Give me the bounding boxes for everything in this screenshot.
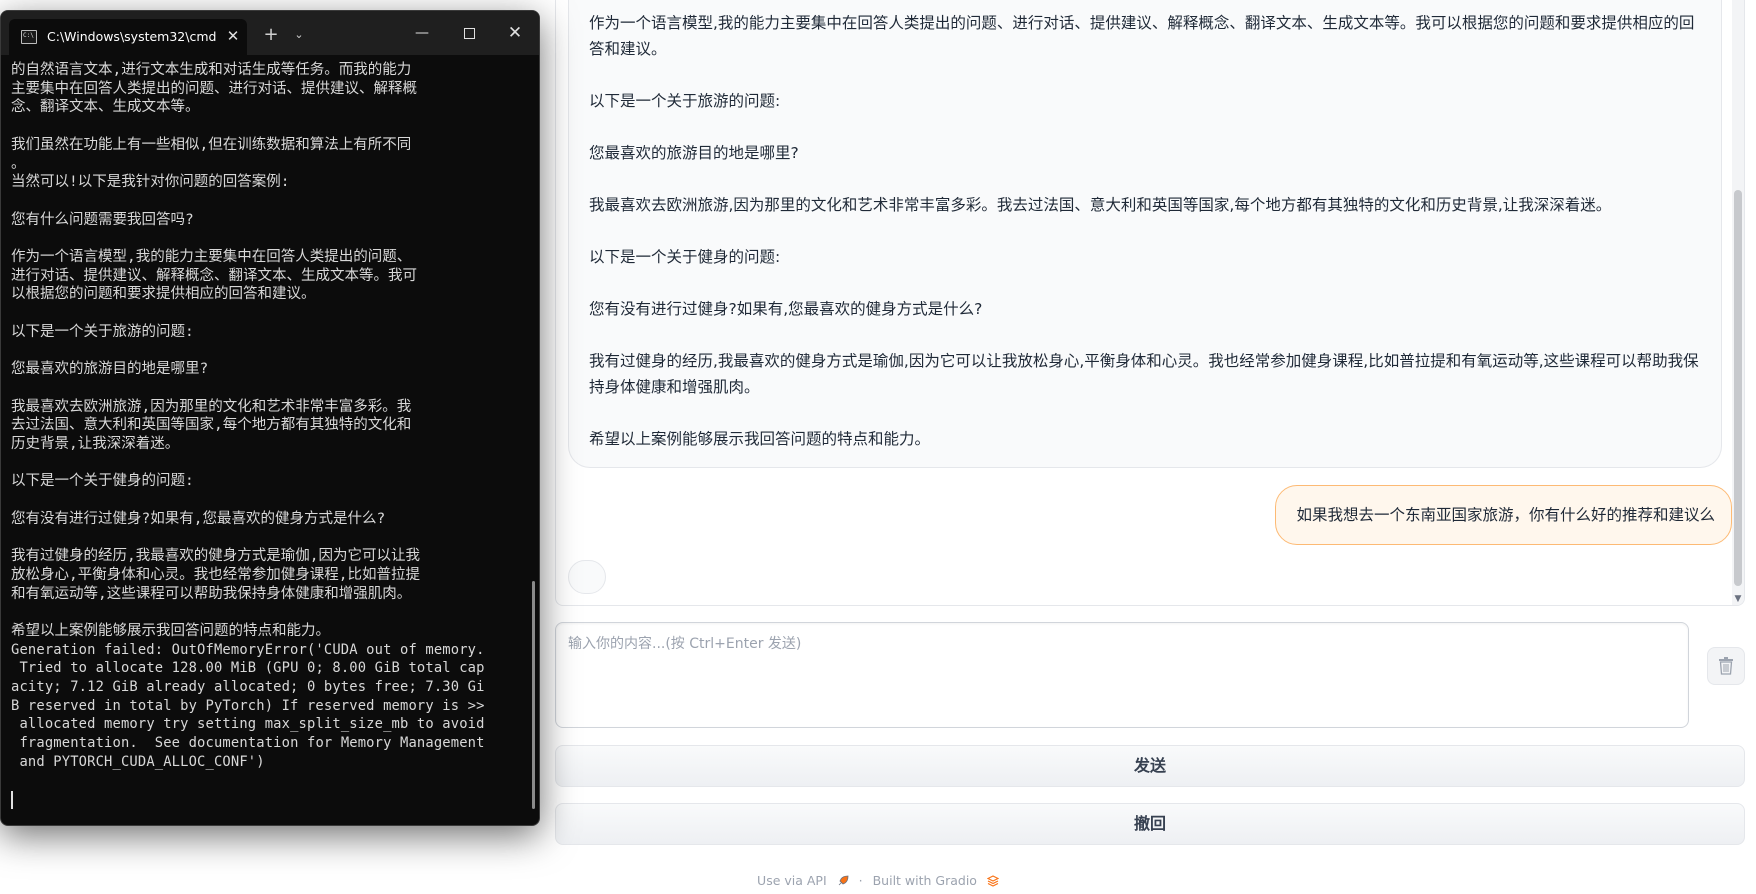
tab-close-icon[interactable]: ✕ (223, 26, 243, 46)
terminal-line: 主要集中在回答人类提出的问题、进行对话、提供建议、解释概 (11, 80, 417, 97)
terminal-line: 以下是一个关于健身的问题: (11, 473, 194, 490)
maximize-icon (463, 27, 475, 39)
bot-message-paragraph: 作为一个语言模型,我的能力主要集中在回答人类提出的问题、进行对话、提供建议、解释… (589, 14, 1695, 58)
bot-message-paragraph: 以下是一个关于旅游的问题: (589, 92, 781, 110)
bot-message-paragraph: 希望以上案例能够展示我回答问题的特点和能力。 (589, 430, 931, 448)
maximize-button[interactable] (455, 21, 483, 45)
terminal-line: 您有没有进行过健身?如果有,您最喜欢的健身方式是什么? (11, 510, 386, 527)
cmd-icon (21, 30, 37, 44)
terminal-line: Tried to allocate 128.00 MiB (GPU 0; 8.0… (11, 660, 485, 677)
rocket-icon (838, 875, 849, 885)
user-message: 如果我想去一个东南亚国家旅游，你有什么好的推荐和建议么 (1275, 485, 1732, 545)
terminal-line: 历史背景,让我深深着迷。 (11, 435, 180, 452)
chevron-down-icon[interactable]: ⌄ (289, 25, 309, 45)
terminal-line: 我们虽然在功能上有一些相似,但在训练数据和算法上有所不同 (11, 136, 412, 153)
footer-separator: · (858, 873, 863, 888)
terminal-line: 我最喜欢去欧洲旅游,因为那里的文化和艺术非常丰富多彩。我 (11, 398, 412, 415)
terminal-line: 的自然语言文本,进行文本生成和对话生成等任务。而我的能力 (11, 62, 412, 78)
terminal-line: and PYTORCH_CUDA_ALLOC_CONF') (11, 753, 265, 770)
scroll-down-arrow-icon[interactable]: ▼ (1733, 594, 1743, 604)
terminal-line: allocated memory try setting max_split_s… (11, 716, 485, 733)
terminal-line: 以根据您的问题和要求提供相应的回答和建议。 (11, 286, 316, 303)
terminal-line: 和有氧运动等,这些课程可以帮助我保持身体健康和增强肌肉。 (11, 585, 412, 602)
bot-message-paragraph: 您最喜欢的旅游目的地是哪里? (589, 144, 799, 162)
close-window-button[interactable]: ✕ (501, 21, 529, 45)
send-button[interactable]: 发送 (555, 745, 1745, 787)
terminal-line: 放松身心,平衡身体和心灵。我也经常参加健身课程,比如普拉提 (11, 566, 420, 583)
bot-message: 作为一个语言模型,我的能力主要集中在回答人类提出的问题、进行对话、提供建议、解释… (568, 0, 1722, 468)
terminal-line: 。 (11, 155, 26, 172)
chat-input-box (555, 622, 1689, 728)
terminal-line: 进行对话、提供建议、解释概念、翻译文本、生成文本等。我可 (11, 267, 417, 284)
terminal-tab-title: C:\Windows\system32\cmd.exe (47, 29, 217, 44)
minimize-button[interactable]: — (408, 21, 436, 45)
terminal-titlebar[interactable]: C:\Windows\system32\cmd.exe ✕ + ⌄ — ✕ (1, 11, 539, 55)
pending-bot-message (568, 560, 606, 594)
terminal-tab[interactable]: C:\Windows\system32\cmd.exe ✕ (9, 19, 247, 55)
bot-message-paragraph: 我有过健身的经历,我最喜欢的健身方式是瑜伽,因为它可以让我放松身心,平衡身体和心… (589, 352, 1699, 396)
terminal-line: B reserved in total by PyTorch) If reser… (11, 697, 485, 714)
terminal-line: 念、翻译文本、生成文本等。 (11, 99, 200, 116)
use-via-api-link[interactable]: Use via API (757, 873, 827, 888)
bot-message-paragraph: 以下是一个关于健身的问题: (589, 248, 781, 266)
undo-button[interactable]: 撤回 (555, 803, 1745, 845)
footer: Use via API · Built with Gradio (0, 872, 1756, 892)
terminal-output: 的自然语言文本,进行文本生成和对话生成等任务。而我的能力 主要集中在回答人类提出的… (11, 61, 519, 821)
chat-input[interactable] (556, 623, 1688, 727)
terminal-line: 您最喜欢的旅游目的地是哪里? (11, 361, 209, 378)
terminal-line: 去过法国、意大利和英国等国家,每个地方都有其独特的文化和 (11, 417, 412, 434)
new-tab-button[interactable]: + (259, 25, 283, 45)
terminal-scrollbar[interactable] (532, 581, 535, 809)
terminal-line: 作为一个语言模型,我的能力主要集中在回答人类提出的问题、 (11, 248, 412, 265)
terminal-line: Generation failed: OutOfMemoryError('CUD… (11, 641, 485, 658)
terminal-window[interactable]: C:\Windows\system32\cmd.exe ✕ + ⌄ — ✕ 的自… (0, 10, 540, 826)
terminal-line: 以下是一个关于旅游的问题: (11, 323, 194, 340)
bot-message-paragraph: 我最喜欢去欧洲旅游,因为那里的文化和艺术非常丰富多彩。我去过法国、意大利和英国等… (589, 196, 1612, 214)
chat-scrollbar[interactable]: ▼ (1732, 0, 1744, 605)
terminal-cursor (11, 790, 13, 809)
terminal-line: acity; 7.12 GiB already allocated; 0 byt… (11, 679, 485, 696)
built-with-gradio-link[interactable]: Built with Gradio (873, 873, 977, 888)
terminal-line: fragmentation. See documentation for Mem… (11, 735, 485, 752)
terminal-line: 希望以上案例能够展示我回答问题的特点和能力。 (11, 622, 330, 639)
terminal-line: 我有过健身的经历,我最喜欢的健身方式是瑜伽,因为它可以让我 (11, 548, 420, 565)
terminal-line: 当然可以!以下是我针对你问题的回答案例: (11, 174, 290, 191)
terminal-line: 您有什么问题需要我回答吗? (11, 211, 194, 228)
clear-button[interactable] (1707, 647, 1745, 685)
chatbot-panel: 作为一个语言模型,我的能力主要集中在回答人类提出的问题、进行对话、提供建议、解释… (555, 0, 1745, 606)
bot-message-paragraph: 您有没有进行过健身?如果有,您最喜欢的健身方式是什么? (589, 300, 983, 318)
trash-icon (1719, 657, 1733, 675)
gradio-logo-icon (986, 874, 999, 887)
chat-scrollbar-thumb[interactable] (1734, 190, 1742, 586)
